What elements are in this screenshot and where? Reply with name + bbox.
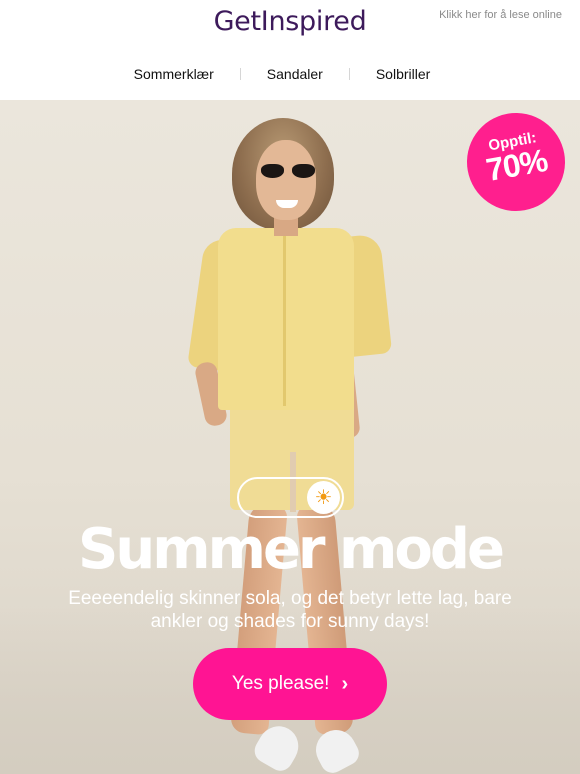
sunglasses [261, 164, 315, 179]
nav-item-sommerklaer[interactable]: Sommerklær [134, 66, 240, 82]
hero-headline: Summer mode [78, 517, 505, 582]
summer-mode-toggle: ☀ [237, 477, 344, 518]
nav-item-sandaler[interactable]: Sandaler [241, 66, 349, 82]
sun-icon: ☀ [307, 481, 340, 514]
yes-please-button[interactable]: Yes please! › [193, 648, 387, 720]
email-header: GetInspired Klikk her for å lese online … [0, 0, 580, 100]
discount-badge: Opptil: 70% [459, 105, 573, 219]
category-nav: Sommerklær Sandaler Solbriller [0, 66, 580, 82]
nav-item-solbriller[interactable]: Solbriller [350, 66, 456, 82]
chevron-right-icon: › [341, 672, 349, 695]
hero-banner[interactable]: Opptil: 70% ☀ Summer mode Eeeeendelig sk… [0, 100, 580, 774]
read-online-link[interactable]: Klikk her for å lese online [439, 9, 562, 21]
cta-label: Yes please! [231, 673, 330, 694]
hero-subtext: Eeeeendelig skinner sola, og det betyr l… [68, 588, 512, 632]
